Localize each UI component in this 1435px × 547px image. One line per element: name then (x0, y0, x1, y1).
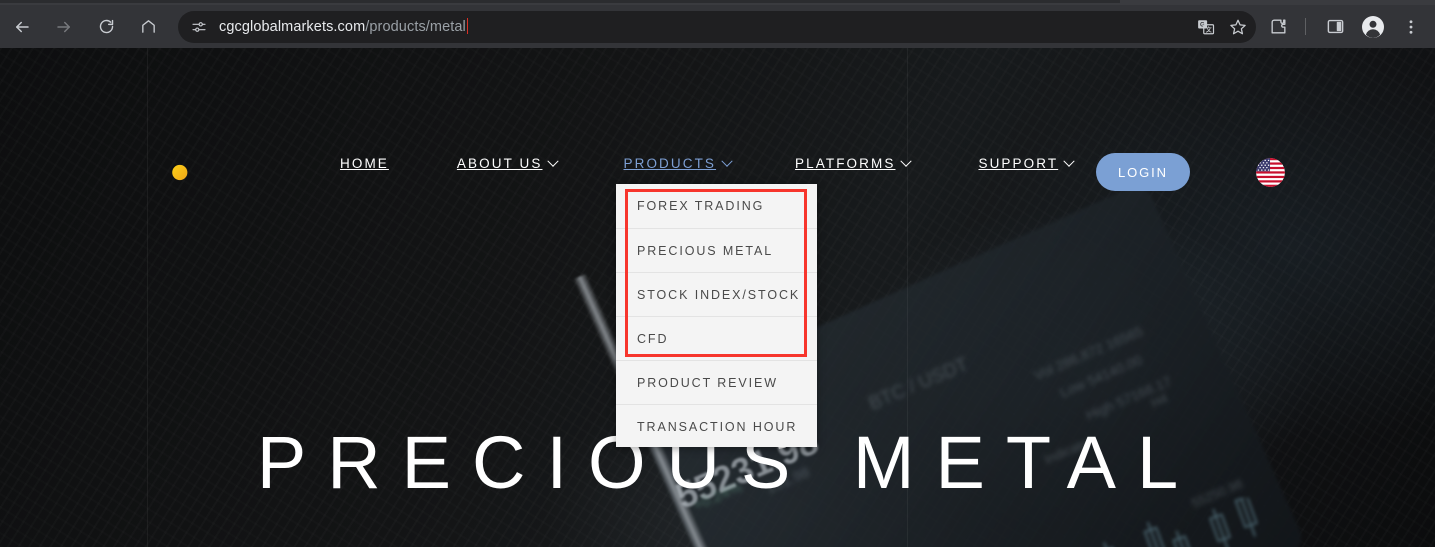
back-arrow-icon[interactable] (6, 11, 38, 43)
chevron-down-icon (721, 155, 733, 167)
us-flag-icon[interactable] (1256, 158, 1285, 187)
nav-item-about-us-label: ABOUT US (456, 156, 543, 171)
nav-item-support[interactable]: SUPPORT (978, 155, 1075, 171)
web-page: BTC / USDT Vol 286,872 16565 Low 54140.0… (0, 48, 1435, 547)
chevron-down-icon (900, 155, 913, 167)
reload-icon[interactable] (90, 11, 122, 43)
browser-toolbar: cgcglobalmarkets.com/products/metal G 文 (0, 5, 1435, 48)
toolbar-right-icons (1256, 11, 1435, 43)
url-host: cgcglobalmarkets.com (219, 19, 366, 35)
main-navigation: HOME ABOUT US PRODUCTS PLATFORMS SUPPORT (340, 155, 1075, 171)
browser-chrome: cgcglobalmarkets.com/products/metal G 文 (0, 0, 1435, 48)
site-settings-icon[interactable] (188, 16, 210, 38)
address-bar[interactable]: cgcglobalmarkets.com/products/metal G 文 (178, 10, 1256, 43)
text-caret (466, 18, 468, 34)
nav-item-platforms-label: PLATFORMS (795, 156, 896, 171)
site-header (0, 48, 1435, 148)
star-bookmark-icon[interactable] (1224, 13, 1252, 41)
nav-item-support-label: SUPPORT (978, 156, 1059, 171)
login-button[interactable]: LOGIN (1096, 153, 1190, 191)
forward-arrow-icon[interactable] (48, 11, 80, 43)
nav-item-home-label: HOME (340, 156, 389, 171)
dropdown-item-cfd[interactable]: CFD (616, 316, 817, 360)
cgc-crescent-logo[interactable] (160, 156, 193, 189)
chevron-down-icon (547, 155, 560, 167)
profile-avatar-icon[interactable] (1357, 11, 1389, 43)
dropdown-item-stock-index-stock[interactable]: STOCK INDEX/STOCK (616, 272, 817, 316)
nav-item-about-us[interactable]: ABOUT US (456, 155, 560, 171)
nav-item-products-label: PRODUCTS (623, 156, 717, 171)
dropdown-item-transaction-hour[interactable]: TRANSACTION HOUR (616, 404, 817, 448)
nav-item-products[interactable]: PRODUCTS (623, 155, 733, 171)
dropdown-item-precious-metal[interactable]: PRECIOUS METAL (616, 228, 817, 272)
toolbar-divider (1305, 18, 1306, 35)
products-dropdown-menu[interactable]: FOREX TRADING PRECIOUS METAL STOCK INDEX… (616, 184, 817, 447)
url-text[interactable]: cgcglobalmarkets.com/products/metal (219, 18, 468, 35)
home-icon[interactable] (132, 11, 164, 43)
dropdown-item-product-review[interactable]: PRODUCT REVIEW (616, 360, 817, 404)
dropdown-item-forex-trading[interactable]: FOREX TRADING (616, 184, 817, 228)
translate-icon[interactable]: G 文 (1192, 13, 1220, 41)
url-path: /products/metal (365, 19, 466, 35)
extensions-puzzle-icon[interactable] (1262, 11, 1294, 43)
side-panel-icon[interactable] (1319, 11, 1351, 43)
three-dot-menu-icon[interactable] (1395, 11, 1427, 43)
chevron-down-icon (1063, 155, 1075, 167)
omnibox-actions: G 文 (1192, 11, 1252, 43)
nav-item-platforms[interactable]: PLATFORMS (795, 155, 913, 171)
nav-item-home[interactable]: HOME (340, 156, 389, 171)
